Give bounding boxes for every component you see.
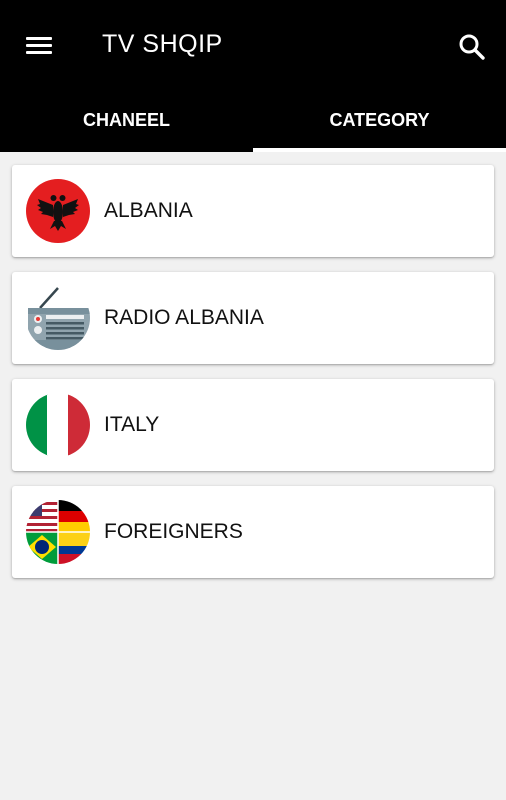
albania-flag-icon [26,179,90,243]
foreign-flags-icon [26,500,90,564]
app-title: TV SHQIP [102,30,223,58]
search-icon[interactable] [452,27,492,67]
category-card-albania[interactable]: ALBANIA [12,165,494,257]
app-bar: TV SHQIP CHANEEL CATEGORY [0,0,506,152]
category-card-radio-albania[interactable]: RADIO ALBANIA [12,272,494,364]
menu-icon[interactable] [20,26,60,66]
category-label: RADIO ALBANIA [104,306,264,329]
tab-indicator [253,148,506,152]
category-label: FOREIGNERS [104,520,243,543]
tab-chaneel[interactable]: CHANEEL [0,92,253,148]
italy-flag-icon [26,393,90,457]
category-label: ALBANIA [104,199,193,222]
category-label: ITALY [104,413,160,436]
category-card-italy[interactable]: ITALY [12,379,494,471]
category-card-foreigners[interactable]: FOREIGNERS [12,486,494,578]
radio-icon [26,286,90,350]
tab-category[interactable]: CATEGORY [253,92,506,148]
tab-bar: CHANEEL CATEGORY [0,92,506,152]
